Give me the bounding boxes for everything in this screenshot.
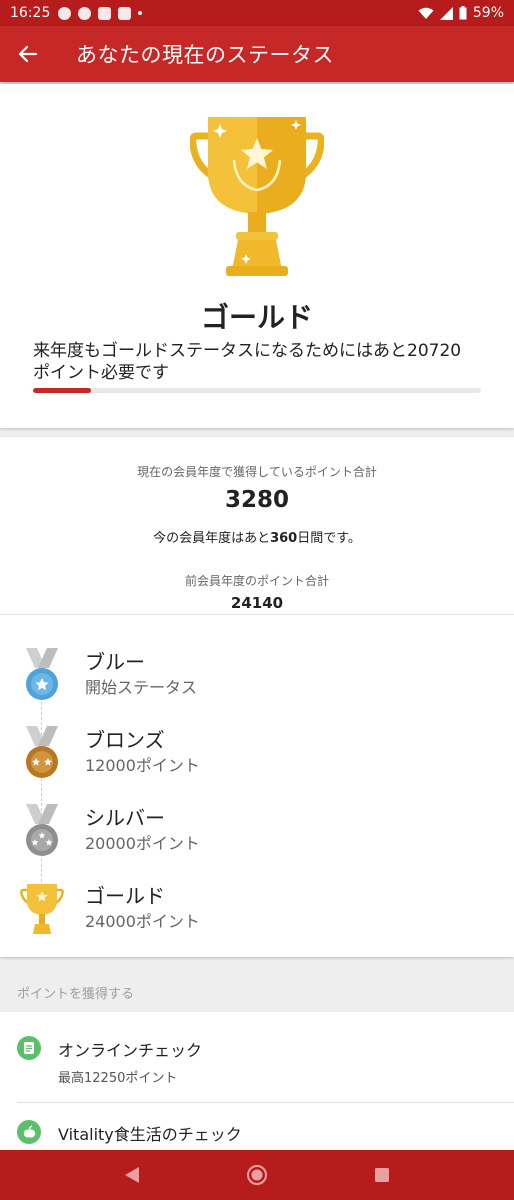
current-points-label: 現在の会員年度で獲得しているポイント合計 — [137, 465, 377, 479]
tier-gold: ゴールド 24000ポイント — [0, 876, 514, 942]
gold-trophy-icon — [190, 117, 324, 276]
square-recents-icon — [374, 1168, 389, 1182]
circle-home-icon — [246, 1165, 267, 1185]
more-dot-icon — [138, 11, 143, 15]
list-item-title: オンラインチェック — [58, 1041, 203, 1060]
document-icon — [17, 1036, 41, 1060]
previous-points-value: 24140 — [230, 594, 284, 612]
silver-medal-icon — [26, 804, 58, 856]
previous-points-label: 前会員年度のポイント合計 — [184, 574, 329, 588]
list-item-vitality-nutrition[interactable]: Vitality食生活のチェック — [0, 1103, 514, 1150]
gold-trophy-small-icon — [20, 884, 64, 934]
status-card: ゴールド 来年度もゴールドステータスになるためにはあと20720 ポイント必要で… — [0, 84, 514, 428]
signal-icon — [439, 6, 453, 20]
nav-recents-button[interactable] — [364, 1157, 400, 1193]
cat-icon — [98, 6, 112, 20]
tier-requirement: 12000ポイント — [85, 756, 200, 775]
status-name: ゴールド — [200, 301, 313, 334]
tier-requirement: 開始ステータス — [85, 678, 198, 697]
nav-back-button[interactable] — [114, 1157, 150, 1193]
apple-icon — [17, 1120, 41, 1144]
list-item-subtitle: 最高12250ポイント — [58, 1071, 178, 1086]
points-card: 現在の会員年度で獲得しているポイント合計 3280 今の会員年度はあと360日間… — [0, 437, 514, 957]
tier-name: シルバー — [85, 806, 165, 830]
system-nav-bar — [0, 1150, 514, 1200]
divider — [0, 614, 514, 615]
current-points-value: 3280 — [224, 487, 289, 513]
progress-fill — [33, 388, 92, 393]
tier-requirement: 24000ポイント — [85, 912, 200, 931]
back-button[interactable] — [0, 26, 56, 82]
remaining-prefix: 今の会員年度はあと — [153, 531, 271, 546]
tier-blue: ブルー 開始ステータス — [0, 642, 514, 708]
battery-level: 59% — [472, 5, 504, 21]
remaining-days-value: 360 — [270, 531, 298, 546]
triangle-back-icon — [125, 1167, 140, 1183]
status-message: 来年度もゴールドステータスになるためにはあと20720 ポイント必要です — [33, 341, 462, 383]
remaining-days-text: 今の会員年度はあと360日間です。 — [0, 527, 514, 546]
remaining-suffix: 日間です。 — [297, 531, 361, 546]
tier-bronze: ブロンズ 12000ポイント — [0, 720, 514, 786]
app-bar: あなたの現在のステータス — [0, 26, 514, 82]
page-title: あなたの現在のステータス — [76, 43, 334, 67]
sun-icon — [78, 6, 92, 20]
tier-name: ゴールド — [85, 884, 165, 908]
bronze-medal-icon — [26, 726, 58, 778]
blue-medal-icon — [26, 648, 58, 700]
wifi-icon — [418, 7, 434, 19]
line-icon — [58, 6, 72, 20]
status-time: 16:25 — [10, 5, 51, 21]
earn-points-header: ポイントを獲得する — [17, 987, 135, 1002]
status-bar: 16:25 59% — [0, 0, 514, 26]
nav-home-button[interactable] — [239, 1157, 275, 1193]
list-item-title: Vitality食生活のチェック — [58, 1125, 242, 1144]
tier-silver: シルバー 20000ポイント — [0, 798, 514, 864]
list-item-online-check[interactable]: オンラインチェック 最高12250ポイント — [0, 1012, 514, 1102]
status-progress-bar — [33, 388, 481, 393]
earn-points-list: オンラインチェック 最高12250ポイント Vitality食生活のチェック — [0, 1012, 514, 1150]
tier-name: ブロンズ — [85, 728, 165, 752]
notification-icons — [58, 6, 143, 20]
tier-name: ブルー — [85, 650, 145, 674]
d-app-icon — [118, 6, 132, 20]
battery-icon — [459, 6, 467, 20]
tier-requirement: 20000ポイント — [85, 834, 200, 853]
arrow-left-icon — [18, 45, 38, 63]
